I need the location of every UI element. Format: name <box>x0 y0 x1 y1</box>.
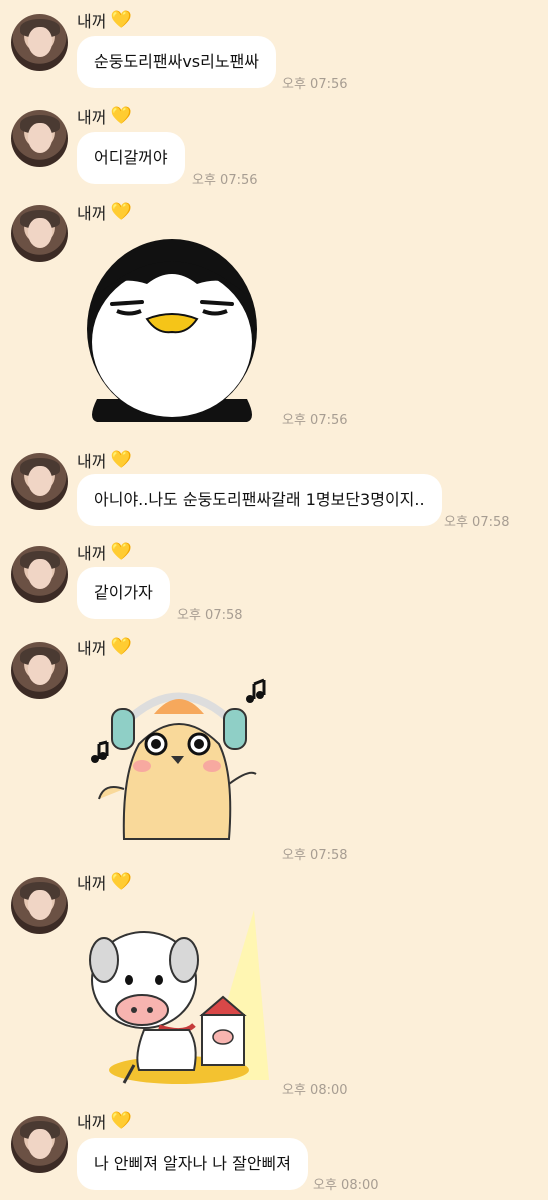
sender-name-text: 내꺼 <box>77 639 107 658</box>
sender-name-text: 내꺼 <box>77 1113 107 1132</box>
heart-icon: 💛 <box>110 202 132 222</box>
message-time: 오후 07:58 <box>177 608 243 623</box>
message-bubble[interactable]: 나 안삐져 알자나 나 잘안삐져 <box>77 1138 308 1190</box>
message-bubble[interactable]: 아니야..나도 순둥도리팬싸갈래 1명보단3명이지.. <box>77 474 442 526</box>
heart-icon: 💛 <box>110 872 132 892</box>
message-bubble[interactable]: 순둥도리팬싸vs리노팬싸 <box>77 36 277 88</box>
sender-name: 내꺼 💛 <box>77 104 132 128</box>
message-time: 오후 07:56 <box>192 173 258 188</box>
message-bubble[interactable]: 같이가자 <box>77 567 170 619</box>
avatar[interactable] <box>11 14 68 71</box>
sender-name: 내꺼 💛 <box>77 8 132 32</box>
heart-icon: 💛 <box>110 450 132 470</box>
sender-name: 내꺼 💛 <box>77 540 132 564</box>
sender-name-text: 내꺼 <box>77 452 107 471</box>
sender-name: 내꺼 💛 <box>77 1109 132 1133</box>
message-time: 오후 07:56 <box>282 413 348 428</box>
sender-name-text: 내꺼 <box>77 108 107 127</box>
heart-icon: 💛 <box>110 106 132 126</box>
penguin-sticker[interactable] <box>77 224 267 424</box>
sender-name: 내꺼 💛 <box>77 448 132 472</box>
message-time: 오후 08:00 <box>313 1178 379 1193</box>
avatar[interactable] <box>11 110 68 167</box>
avatar[interactable] <box>11 877 68 934</box>
sender-name-text: 내꺼 <box>77 544 107 563</box>
heart-icon: 💛 <box>110 542 132 562</box>
message-time: 오후 07:58 <box>282 848 348 863</box>
hamster-headphones-sticker[interactable] <box>84 664 274 844</box>
avatar[interactable] <box>11 642 68 699</box>
heart-icon: 💛 <box>110 1111 132 1131</box>
sender-name-text: 내꺼 <box>77 12 107 31</box>
heart-icon: 💛 <box>110 10 132 30</box>
message-bubble[interactable]: 어디갈꺼야 <box>77 132 185 184</box>
pig-milk-sticker[interactable] <box>84 905 274 1085</box>
message-time: 오후 08:00 <box>282 1083 348 1098</box>
sender-name: 내꺼 💛 <box>77 635 132 659</box>
avatar[interactable] <box>11 1116 68 1173</box>
sender-name-text: 내꺼 <box>77 874 107 893</box>
sender-name-text: 내꺼 <box>77 204 107 223</box>
sender-name: 내꺼 💛 <box>77 200 132 224</box>
avatar[interactable] <box>11 546 68 603</box>
sender-name: 내꺼 💛 <box>77 870 132 894</box>
heart-icon: 💛 <box>110 637 132 657</box>
message-time: 오후 07:56 <box>282 77 348 92</box>
avatar[interactable] <box>11 453 68 510</box>
avatar[interactable] <box>11 205 68 262</box>
message-time: 오후 07:58 <box>444 515 510 530</box>
